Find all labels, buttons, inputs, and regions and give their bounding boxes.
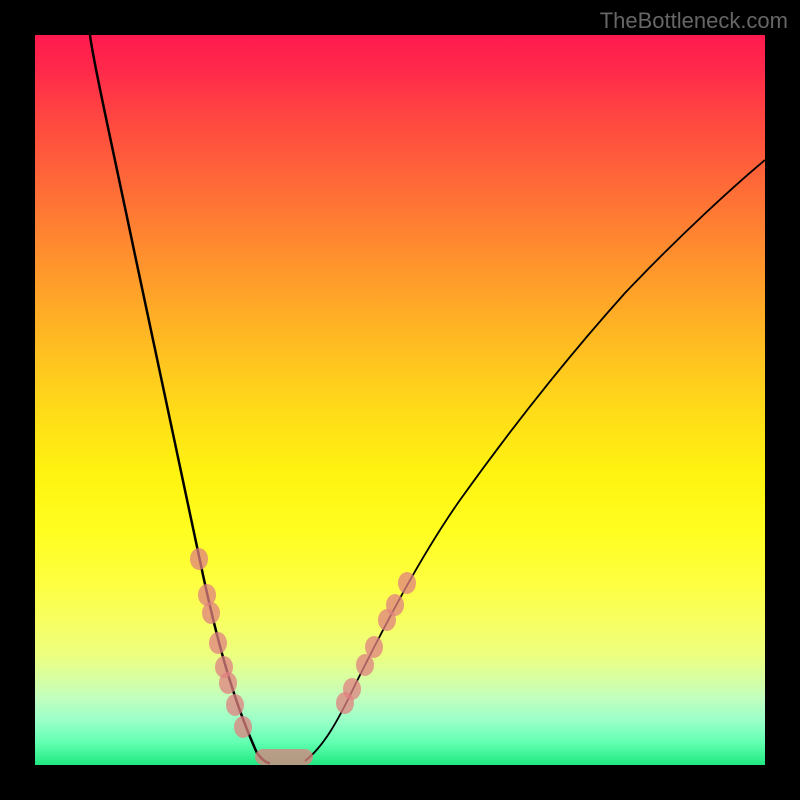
marker-dot [209, 632, 227, 654]
marker-dot [219, 672, 237, 694]
marker-dot [365, 636, 383, 658]
marker-pill [255, 749, 313, 765]
marker-dot [234, 716, 252, 738]
right-curve [305, 160, 765, 761]
marker-dot [226, 694, 244, 716]
left-curve [90, 35, 270, 763]
marker-dot [202, 602, 220, 624]
marker-dot [398, 572, 416, 594]
marker-dot [190, 548, 208, 570]
curve-overlay [35, 35, 765, 765]
watermark: TheBottleneck.com [600, 8, 788, 34]
marker-dot [343, 678, 361, 700]
chart-container [35, 35, 765, 765]
marker-dot [386, 594, 404, 616]
